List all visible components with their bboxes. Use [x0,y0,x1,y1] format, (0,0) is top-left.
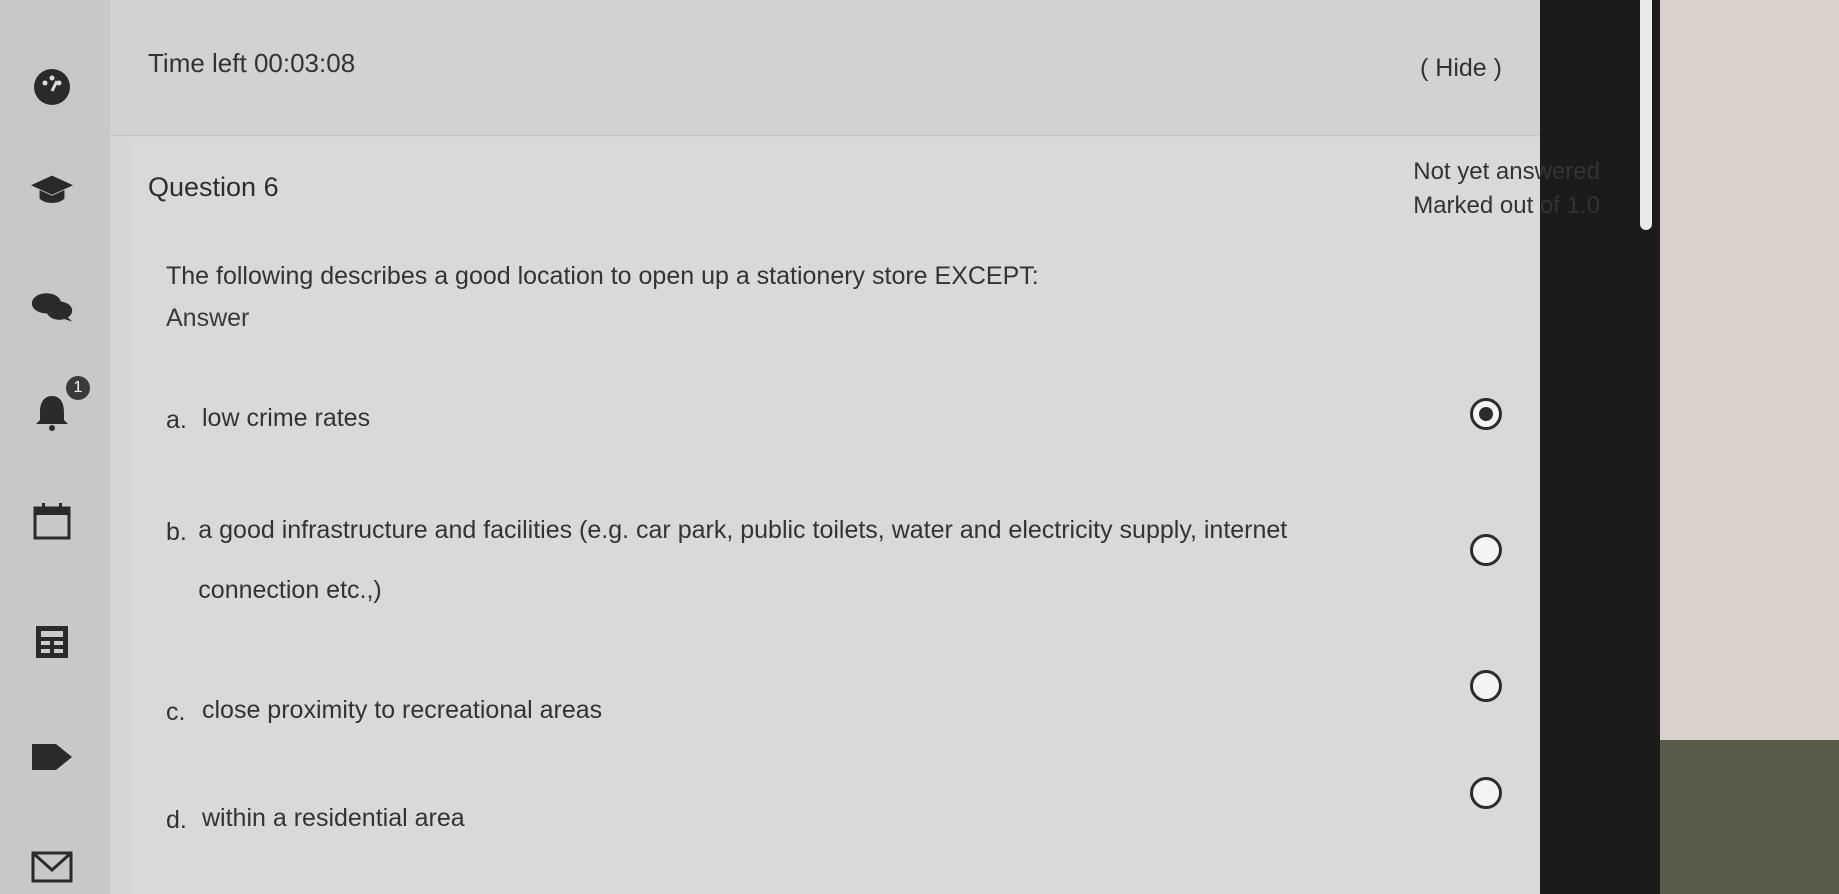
option-b-radio[interactable] [1470,534,1502,566]
answer-status: Not yet answered [1413,158,1600,185]
option-text: close proximity to recreational areas [202,696,603,724]
option-d-radio[interactable] [1470,777,1502,809]
question-status: Not yet answered Marked out of 1.0 [1290,155,1600,223]
option-c[interactable]: c. close proximity to recreational areas [166,696,602,740]
option-text: a good infrastructure and facilities (e.… [198,516,1288,604]
option-text: low crime rates [202,404,371,432]
mail-icon[interactable] [30,845,74,889]
option-b[interactable]: b. a good infrastructure and facilities … [166,516,1346,620]
option-letter: b. [166,518,187,546]
option-letter: c. [166,698,186,726]
hide-timer-button[interactable]: ( Hide ) [1420,54,1502,83]
option-c-radio[interactable] [1470,670,1502,702]
option-a-radio[interactable] [1470,398,1502,430]
timer-bar: Time left 00:03:08 ( Hide ) [110,0,1540,136]
grades-icon[interactable] [30,620,74,664]
sidebar: 1 [0,0,110,894]
option-a[interactable]: a. low crime rates [166,404,370,448]
option-letter: d. [166,806,187,834]
marks-info: Marked out of 1.0 [1413,192,1600,219]
tag-icon[interactable] [30,735,74,779]
background-lower [1660,740,1839,894]
question-text: The following describes a good location … [166,262,1039,290]
quiz-panel: Time left 00:03:08 ( Hide ) Question 6 N… [110,0,1600,894]
option-d[interactable]: d. within a residential area [166,804,465,848]
option-text: within a residential area [202,804,465,832]
option-letter: a. [166,406,187,434]
bell-icon[interactable] [30,390,74,434]
graduation-cap-icon[interactable] [30,168,74,212]
time-left-value: 00:03:08 [253,48,356,78]
question-title: Question 6 [148,172,279,202]
device-edge [1640,0,1652,230]
dashboard-icon[interactable] [30,65,74,109]
notification-badge: 1 [66,376,90,400]
answer-label: Answer [166,304,250,332]
chat-icon[interactable] [30,285,74,329]
calendar-icon[interactable] [30,500,74,544]
time-left: Time left 00:03:08 [148,48,355,79]
time-left-label: Time left [148,48,247,78]
